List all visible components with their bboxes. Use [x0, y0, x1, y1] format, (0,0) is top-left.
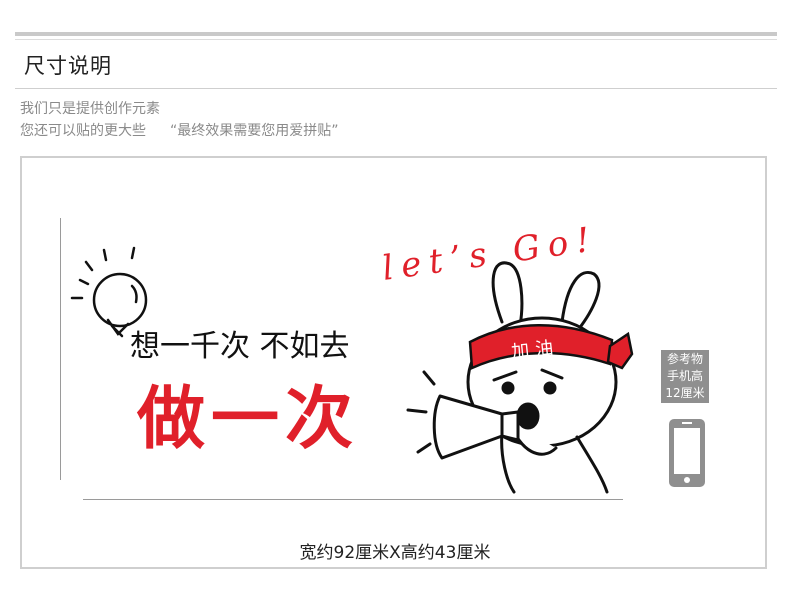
artwork-small-text: 想一千次 不如去 [130, 329, 350, 364]
reference-label: 参考物 手机高 12厘米 [661, 350, 709, 403]
lightbulb-icon [70, 246, 148, 338]
note-line-2: 您还可以贴的更大些 “最终效果需要您用爱拼贴” [20, 120, 339, 140]
reference-label-line-1: 参考物 [666, 352, 703, 366]
phone-icon [669, 419, 705, 487]
note-line-1: 我们只是提供创作元素 [20, 101, 160, 117]
wall-sticker-artwork: 想一千次 不如去 做一次 let’s Go! 加油 [70, 222, 634, 494]
artwork-lets-go: let’s Go! [380, 222, 600, 289]
width-measure-line [83, 499, 623, 500]
dimensions-caption: 宽约92厘米X高约43厘米 [299, 543, 491, 563]
sound-lines [406, 370, 436, 454]
reference-label-line-2: 手机高 [666, 369, 703, 383]
artwork-big-text: 做一次 [136, 380, 359, 459]
top-rule-thin [15, 39, 777, 40]
rabbit-character [466, 261, 618, 494]
title-divider [15, 88, 777, 89]
section-title: 尺寸说明 [24, 54, 112, 78]
note-line-2-quote: “最终效果需要您用爱拼贴” [170, 123, 339, 139]
height-measure-line [60, 218, 61, 480]
top-rule [15, 32, 777, 36]
reference-label-line-3: 12厘米 [665, 386, 705, 400]
note-line-2-lead: 您还可以贴的更大些 [20, 123, 146, 139]
